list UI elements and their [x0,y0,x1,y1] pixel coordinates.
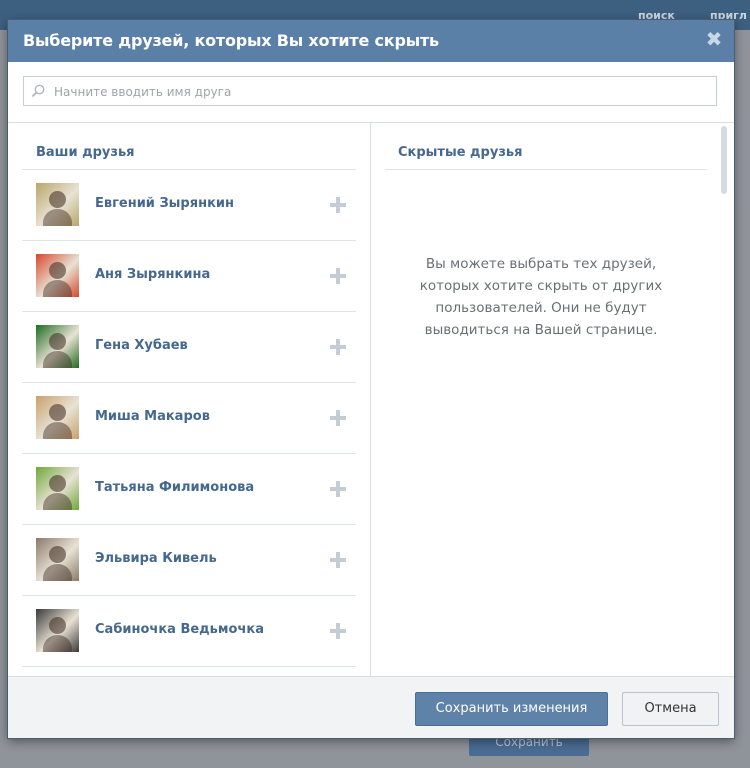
search-input[interactable] [52,77,706,107]
friends-heading: Ваши друзья [36,145,135,160]
avatar-figure [49,404,66,421]
plus-icon[interactable] [330,268,346,284]
avatar-body [43,280,72,297]
avatar-figure [49,546,66,563]
friend-row[interactable]: Сабиночка Ведьмочка [22,596,356,667]
avatar [36,183,79,226]
friend-row[interactable]: Миша Макаров [22,383,356,454]
dialog-header: Выберите друзей, которых Вы хотите скрыт… [8,20,734,62]
plus-icon[interactable] [330,197,346,213]
close-icon[interactable]: ✖ [704,29,724,49]
hidden-friends-heading-divider [385,169,707,170]
avatar-body [43,422,72,439]
avatar [36,467,79,510]
avatar [36,396,79,439]
avatar-figure [49,333,66,350]
avatar [36,254,79,297]
dialog-footer: Сохранить изменения Отмена [8,676,734,738]
cancel-button[interactable]: Отмена [622,692,719,726]
avatar-figure [49,262,66,279]
friend-name[interactable]: Сабиночка Ведьмочка [95,622,264,637]
friend-row[interactable]: Аня Зырянкина [22,241,356,312]
friend-name[interactable]: Аня Зырянкина [95,267,210,282]
avatar-body [43,351,72,368]
plus-icon[interactable] [330,339,346,355]
avatar-figure [49,617,66,634]
avatar [36,325,79,368]
dialog-title: Выберите друзей, которых Вы хотите скрыт… [23,31,439,50]
friend-name[interactable]: Гена Хубаев [95,338,188,353]
friend-name[interactable]: Татьяна Филимонова [95,480,254,495]
friends-column: Ваши друзья Евгений Зырянкин Аня Зырянкин… [22,123,358,676]
plus-icon[interactable] [330,410,346,426]
friend-row[interactable]: Гена Хубаев [22,312,356,383]
avatar [36,609,79,652]
search-icon [31,84,45,98]
friends-list: Евгений Зырянкин Аня Зырянкина Гена Хубаев… [22,170,356,667]
friend-name[interactable]: Миша Макаров [95,409,210,424]
avatar-body [43,564,72,581]
avatar-body [43,209,72,226]
avatar-figure [49,191,66,208]
hidden-friends-heading: Скрытые друзья [398,145,523,160]
hidden-friends-column: Скрытые друзья Вы можете выбрать тех дру… [371,123,723,676]
plus-icon[interactable] [330,623,346,639]
friend-name[interactable]: Эльвира Кивель [95,551,217,566]
hidden-friends-empty-text: Вы можете выбрать тех друзей, которых хо… [419,256,663,338]
avatar-figure [49,475,66,492]
plus-icon[interactable] [330,481,346,497]
avatar-body [43,635,72,652]
scrollbar[interactable] [721,126,727,194]
avatar [36,538,79,581]
save-changes-button[interactable]: Сохранить изменения [415,692,608,726]
search-box [23,76,717,107]
friend-row[interactable]: Эльвира Кивель [22,525,356,596]
avatar-body [43,493,72,510]
friend-row[interactable]: Евгений Зырянкин [22,170,356,241]
friend-name[interactable]: Евгений Зырянкин [95,196,234,211]
plus-icon[interactable] [330,552,346,568]
hide-friends-dialog: Выберите друзей, которых Вы хотите скрыт… [8,20,734,738]
friend-row[interactable]: Татьяна Филимонова [22,454,356,525]
